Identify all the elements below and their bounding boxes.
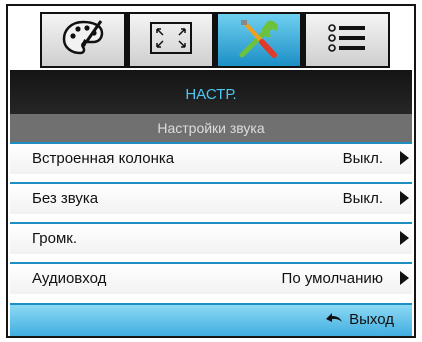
return-arrow-icon — [325, 310, 343, 328]
list-options-icon — [325, 21, 369, 60]
item-label: Аудиовход — [32, 270, 107, 287]
arrow-right-icon — [400, 271, 409, 285]
tab-setup[interactable] — [218, 14, 300, 66]
display-resize-icon — [149, 21, 193, 60]
menu-title: НАСТР. — [10, 70, 412, 114]
item-value: Выкл. — [342, 150, 383, 167]
menu-subtitle: Настройки звука — [10, 114, 412, 142]
menu-item-mute[interactable]: Без звука Выкл. — [10, 182, 412, 214]
settings-menu: НАСТР. Настройки звука Встроенная колонк… — [10, 70, 412, 336]
item-value: По умолчанию — [281, 270, 383, 287]
arrow-right-icon — [400, 151, 409, 165]
tab-bar — [40, 12, 390, 68]
item-label: Встроенная колонка — [32, 150, 175, 167]
tab-display[interactable] — [130, 14, 212, 66]
menu-item-internal-speaker[interactable]: Встроенная колонка Выкл. — [10, 142, 412, 174]
arrow-right-icon — [400, 191, 409, 205]
menu-item-volume[interactable]: Громк. — [10, 222, 412, 254]
exit-button[interactable]: Выход — [325, 310, 394, 328]
exit-label: Выход — [349, 310, 394, 328]
palette-icon — [61, 18, 105, 63]
arrow-right-icon — [400, 231, 409, 245]
item-label: Громк. — [32, 230, 78, 247]
item-value: Выкл. — [342, 190, 383, 207]
tab-options[interactable] — [306, 14, 388, 66]
tools-icon — [236, 17, 282, 64]
tab-image[interactable] — [42, 14, 124, 66]
menu-item-audio-input[interactable]: Аудиовход По умолчанию — [10, 262, 412, 294]
menu-footer: Выход — [10, 303, 412, 336]
item-label: Без звука — [32, 190, 99, 207]
